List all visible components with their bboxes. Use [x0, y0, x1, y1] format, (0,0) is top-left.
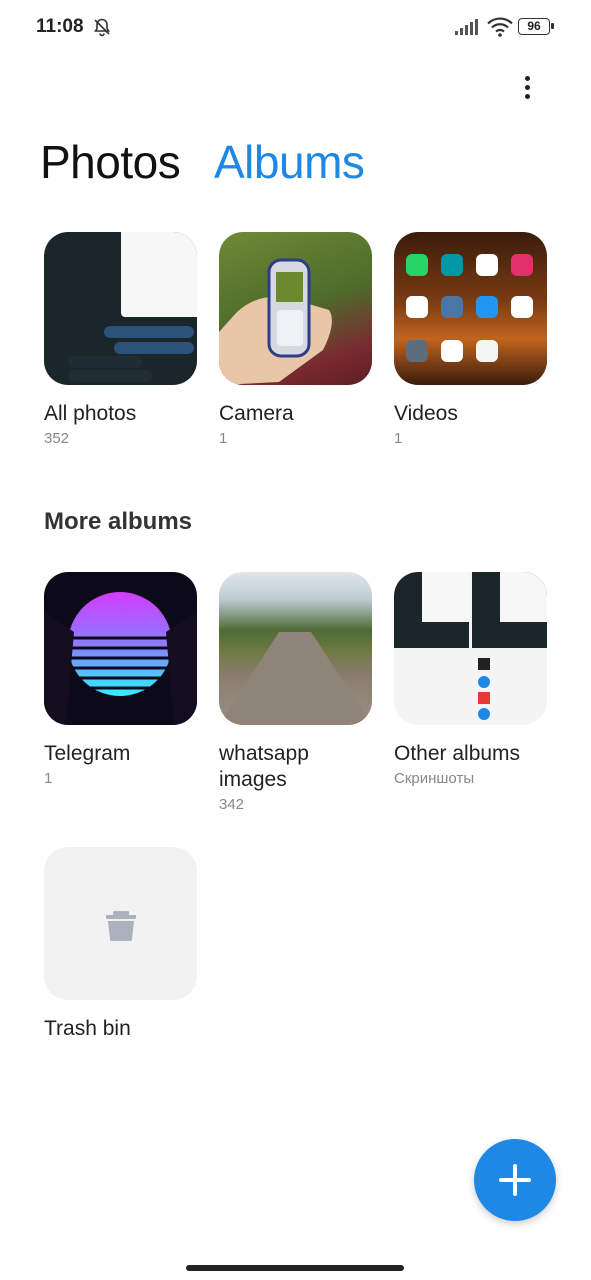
album-count: 1 — [44, 770, 53, 787]
tab-albums[interactable]: Albums — [214, 134, 365, 190]
album-thumbnail — [394, 232, 547, 385]
album-title: Camera — [219, 402, 294, 425]
more-vert-icon[interactable] — [512, 72, 542, 104]
album-title: Trash bin — [44, 1017, 131, 1040]
album-trash-bin[interactable]: Trash bin — [44, 847, 197, 1042]
album-telegram[interactable]: Telegram 1 — [44, 572, 197, 789]
album-thumbnail — [394, 572, 547, 725]
album-thumbnail — [44, 847, 197, 1000]
album-thumbnail — [44, 232, 197, 385]
album-count: 342 — [219, 796, 245, 813]
signal-icon — [455, 19, 478, 35]
tab-photos[interactable]: Photos — [40, 134, 181, 190]
status-bar: 11:08 96 — [0, 0, 591, 56]
album-count: Скриншоты — [394, 770, 475, 787]
album-camera[interactable]: Camera 1 — [219, 232, 372, 449]
album-other-albums[interactable]: Other albums Скриншоты — [394, 572, 547, 789]
album-title: whatsapp images — [219, 742, 309, 791]
album-whatsapp-images[interactable]: whatsapp images 342 — [219, 572, 372, 815]
section-heading: More albums — [44, 508, 193, 535]
album-title: Videos — [394, 402, 458, 425]
album-count: 352 — [44, 430, 70, 447]
bell-off-icon — [94, 18, 110, 37]
album-thumbnail — [219, 232, 372, 385]
album-all-photos[interactable]: All photos 352 — [44, 232, 197, 449]
album-title: Telegram — [44, 742, 131, 765]
trash-icon — [106, 911, 136, 941]
battery-icon: 96 — [518, 18, 554, 35]
album-title: All photos — [44, 402, 137, 425]
album-title: Other albums — [394, 742, 521, 765]
album-videos[interactable]: Videos 1 — [394, 232, 547, 449]
album-thumbnail — [44, 572, 197, 725]
add-album-button[interactable] — [474, 1139, 556, 1221]
home-indicator[interactable] — [186, 1265, 404, 1271]
status-time: 11:08 — [36, 16, 84, 37]
wifi-icon — [487, 17, 513, 37]
album-count: 1 — [394, 430, 403, 447]
album-thumbnail — [219, 572, 372, 725]
album-count: 1 — [219, 430, 228, 447]
